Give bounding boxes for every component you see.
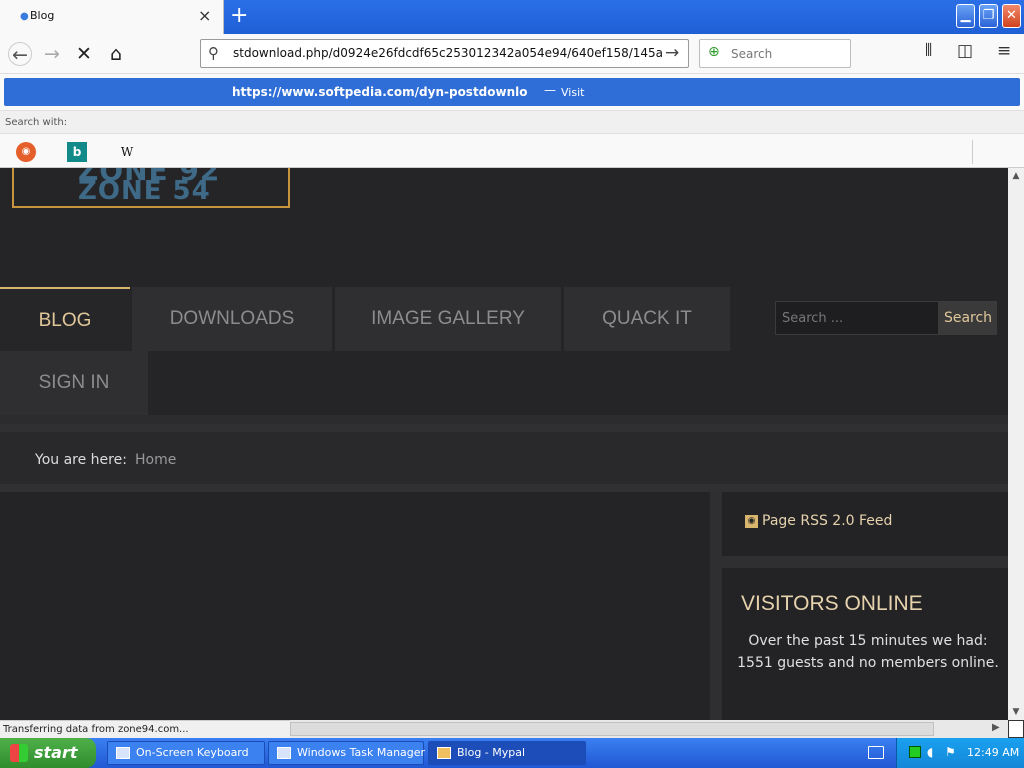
web-page: ZONE 92 ZONE 54 BLOG DOWNLOADS IMAGE GAL… [0,168,1008,720]
close-window-button[interactable]: ✕ [1002,4,1021,28]
keyboard-icon [116,747,130,759]
windows-logo-icon [10,744,28,762]
start-label: start [34,743,78,762]
library-icon[interactable]: ⫴ [925,41,932,61]
autocomplete-popup: https://www.softpedia.com/dyn-postdownlo… [0,74,1024,168]
stop-button[interactable]: ✕ [72,42,96,66]
suggestion-url: https://www.softpedia.com/dyn-postdownlo [232,85,528,99]
browser-icon [437,747,451,759]
go-arrow-icon[interactable]: → [665,43,679,63]
url-bar[interactable]: ⚲ stdownload.php/d0924e26fdcdf65c2530123… [200,39,689,68]
start-button[interactable]: start [0,738,96,768]
system-tray: ◖ ⚑ 12:49 AM [896,738,1024,768]
visitors-title: VISITORS ONLINE [741,592,923,615]
horizontal-scrollbar[interactable]: ▶ [290,720,1008,738]
breadcrumb-label: You are here: [35,452,127,468]
breadcrumb-home[interactable]: Home [135,452,176,468]
main-content [0,492,708,720]
search-engine-icon[interactable]: ⊕ [708,44,720,60]
bing-icon[interactable]: b [67,142,87,162]
scroll-up-icon[interactable]: ▲ [1008,168,1024,184]
loading-dot-icon: ● [20,11,29,22]
search-placeholder: Search [731,47,773,61]
rss-widget: ◉ Page RSS 2.0 Feed [722,492,1008,556]
nav-sign-in[interactable]: SIGN IN [0,351,148,415]
site-search-input[interactable]: Search ... [775,301,939,335]
url-suggestion[interactable]: https://www.softpedia.com/dyn-postdownlo… [4,78,1020,106]
site-search-placeholder: Search ... [782,311,844,326]
task-label: Windows Task Manager [297,746,426,759]
security-icon[interactable]: ⚑ [945,745,956,759]
task-label: Blog - Mypal [457,746,526,759]
breadcrumb: You are here: Home [0,424,1008,484]
menu-icon[interactable]: ≡ [997,41,1011,61]
search-box[interactable]: ⊕ Search [699,39,851,68]
status-bar: Transferring data from zone94.com... [0,720,290,738]
nav-image-gallery[interactable]: IMAGE GALLERY [335,287,561,351]
visitors-text: Over the past 15 minutes we had: 1551 gu… [737,633,999,671]
restore-button[interactable]: ❐ [979,4,998,28]
vertical-scrollbar[interactable]: ▲ ▼ [1008,168,1024,720]
suggestion-separator: — [544,83,556,97]
minimize-button[interactable]: ▁ [956,4,975,28]
search-icon: ⚲ [208,44,219,62]
nav-blog[interactable]: BLOG [0,287,130,351]
duckduckgo-icon[interactable]: ◉ [16,142,36,162]
tab-title: Blog [30,9,55,22]
tab-bar: ● Blog × + ▁ ❐ ✕ [0,0,1024,34]
search-with-bar: Search with: [0,110,1024,134]
rss-icon: ◉ [745,515,758,528]
suggestion-action: Visit [561,86,585,99]
monitor-icon [277,747,291,759]
scroll-thumb[interactable] [290,722,934,736]
url-text[interactable]: stdownload.php/d0924e26fdcdf65c253012342… [233,46,663,60]
new-tab-button[interactable]: + [230,3,248,29]
task-label: On-Screen Keyboard [136,746,249,759]
keyboard-tray-icon[interactable] [868,746,884,759]
divider [972,140,973,164]
volume-icon[interactable]: ◖ [927,745,933,759]
nav-quack-it[interactable]: QUACK IT [564,287,730,351]
task-blog-mypal[interactable]: Blog - Mypal [428,741,586,765]
tab-close-icon[interactable]: × [198,6,211,25]
forward-button[interactable]: → [40,42,64,66]
back-button[interactable]: ← [8,42,32,66]
network-icon[interactable] [909,746,921,758]
scroll-down-icon[interactable]: ▼ [1008,704,1024,720]
clock: 12:49 AM [967,746,1020,759]
site-logo[interactable]: ZONE 92 ZONE 54 [12,168,290,208]
scroll-right-icon[interactable]: ▶ [992,722,1000,733]
status-text: Transferring data from zone94.com... [3,724,189,735]
nav-downloads[interactable]: DOWNLOADS [132,287,332,351]
taskbar: start On-Screen Keyboard Windows Task Ma… [0,738,1024,768]
site-search-button[interactable]: Search [939,301,997,335]
task-on-screen-keyboard[interactable]: On-Screen Keyboard [107,741,265,765]
tab-blog[interactable]: ● Blog × [0,0,224,34]
home-button[interactable]: ⌂ [104,42,128,66]
rss-link[interactable]: Page RSS 2.0 Feed [762,513,892,529]
sidebar-icon[interactable]: ◫ [957,41,973,61]
navigation-toolbar: ← → ✕ ⌂ ⚲ stdownload.php/d0924e26fdcdf65… [0,34,1024,74]
wikipedia-icon[interactable]: W [117,142,137,162]
visitors-widget: VISITORS ONLINE Over the past 15 minutes… [722,568,1008,720]
task-task-manager[interactable]: Windows Task Manager [268,741,426,765]
search-with-label: Search with: [5,117,68,128]
logo-text-bottom: ZONE 54 [78,176,211,206]
